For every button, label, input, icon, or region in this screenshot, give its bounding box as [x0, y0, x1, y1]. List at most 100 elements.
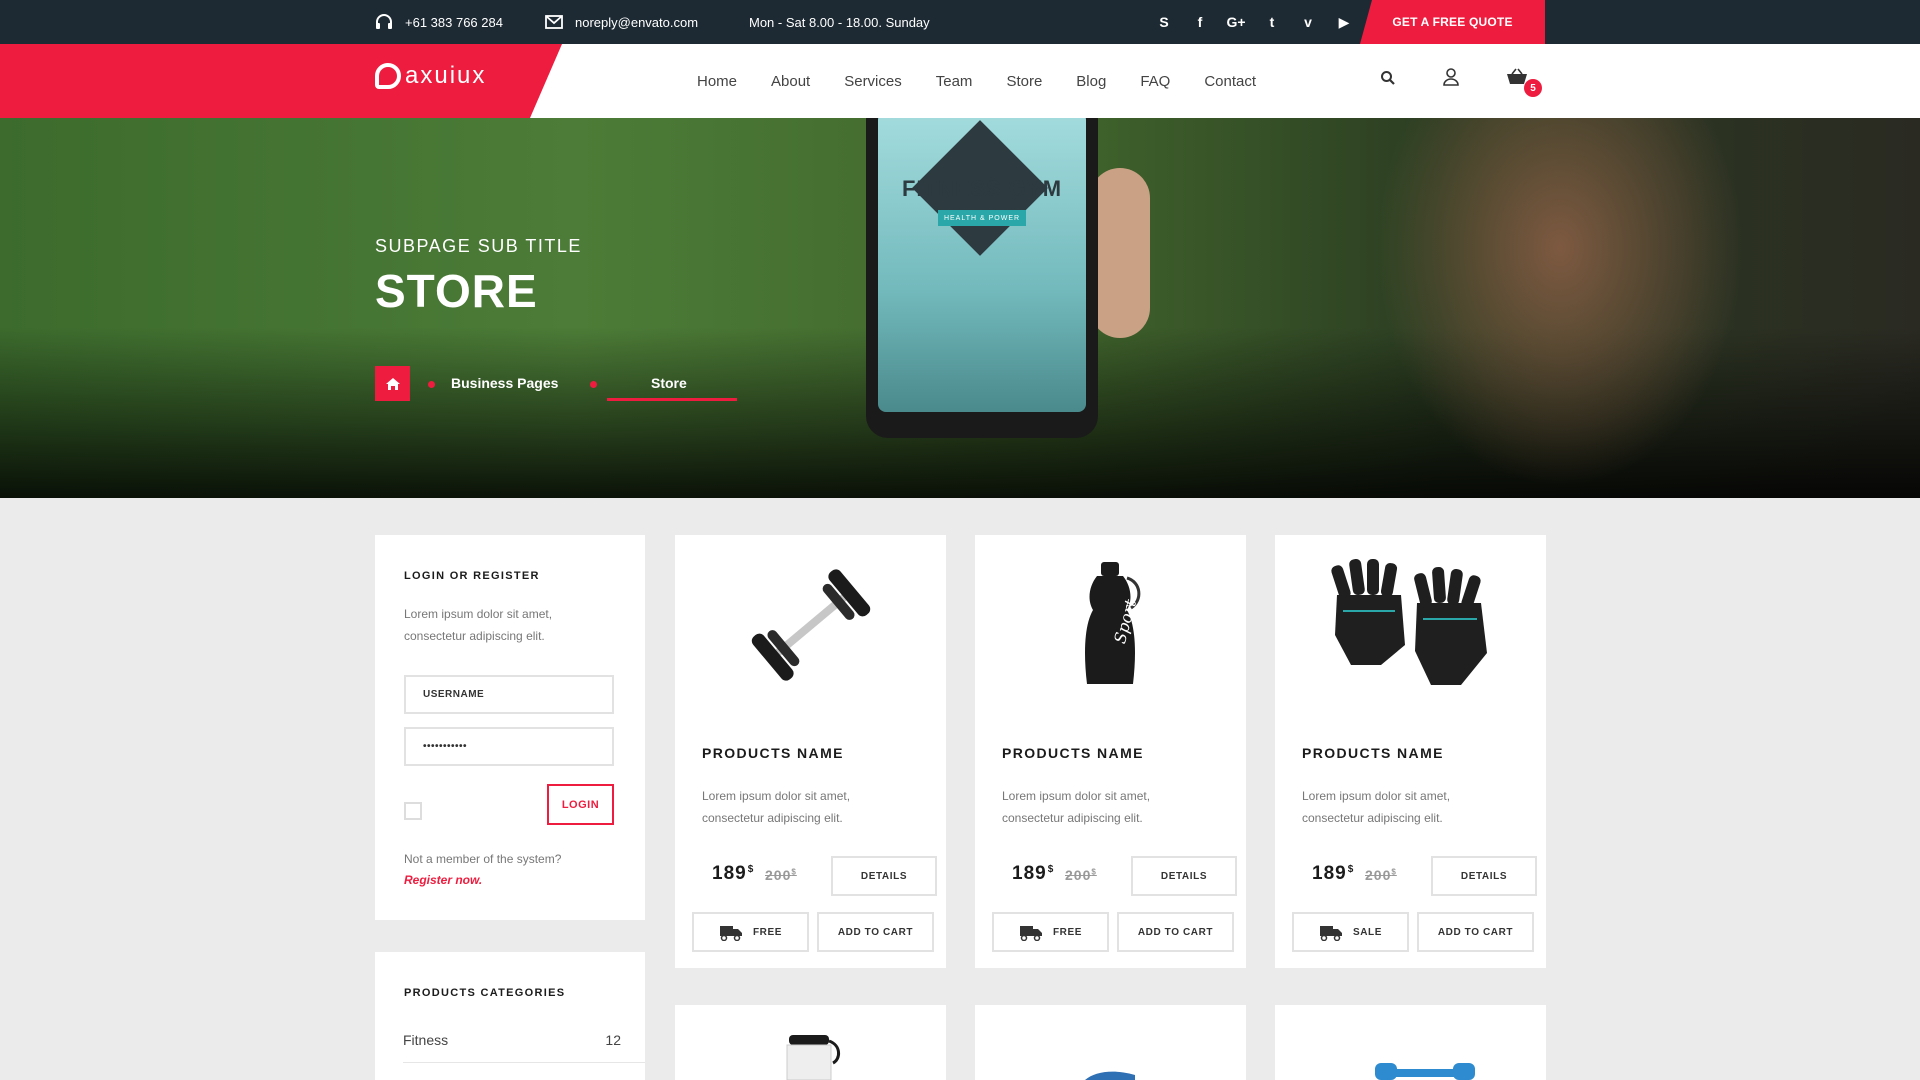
phone-contact[interactable]: +61 383 766 284 [375, 0, 503, 44]
old-price-value: 200 [1365, 867, 1392, 883]
hero-banner: FITNESS GYM HEALTH & POWER SUBPAGE SUB T… [0, 118, 1920, 498]
login-card: LOGIN OR REGISTER Lorem ipsum dolor sit … [375, 535, 645, 920]
nav-faq[interactable]: FAQ [1140, 73, 1170, 90]
logo-text: axuiux [405, 62, 487, 89]
product-card [1275, 1005, 1546, 1080]
truck-icon [1019, 926, 1042, 941]
nav-contact[interactable]: Contact [1204, 73, 1256, 90]
product-card: Sport PRODUCTS NAME Lorem ipsum dolor si… [975, 535, 1246, 968]
gym-logo-text: FITNESS GYM [901, 176, 1063, 201]
login-heading: LOGIN OR REGISTER [404, 570, 540, 582]
categories-card: PRODUCTS CATEGORIES Fitness 12 [375, 952, 645, 1080]
remember-checkbox[interactable] [404, 802, 422, 820]
nav-store[interactable]: Store [1006, 73, 1042, 90]
product-old-price: 200$ [765, 867, 797, 883]
product-image[interactable]: Sport [975, 555, 1246, 695]
gym-logo-sub: HEALTH & POWER [938, 210, 1026, 226]
google-plus-icon[interactable]: G+ [1218, 14, 1254, 30]
headset-icon [376, 14, 392, 29]
login-button[interactable]: LOGIN [547, 784, 614, 825]
hero-subtitle: SUBPAGE SUB TITLE [375, 236, 582, 256]
product-card [975, 1005, 1246, 1080]
register-link[interactable]: Register now. [404, 873, 482, 887]
dumbbell-icon [751, 569, 870, 681]
shipping-label: SALE [1352, 926, 1383, 938]
cart-count-badge: 5 [1524, 79, 1542, 97]
product-card: PRODUCTS NAME Lorem ipsum dolor sit amet… [675, 535, 946, 968]
product-price: 189$ [1012, 863, 1054, 885]
nav-services[interactable]: Services [844, 73, 902, 90]
price-value: 189 [1312, 863, 1347, 884]
breadcrumb-store: Store [651, 375, 687, 391]
site-logo[interactable]: axuiux [375, 62, 486, 90]
add-to-cart-button[interactable]: ADD TO CART [817, 912, 934, 952]
category-item[interactable]: Fitness 12 [403, 1032, 621, 1048]
price-value: 189 [1012, 863, 1047, 884]
category-count: 12 [605, 1032, 621, 1048]
facebook-icon[interactable]: f [1182, 14, 1218, 30]
nav-team[interactable]: Team [936, 73, 973, 90]
breadcrumb-business-pages[interactable]: Business Pages [451, 375, 558, 391]
nav-about[interactable]: About [771, 73, 810, 90]
shoe-icon [1085, 1071, 1135, 1080]
page-title: STORE [375, 265, 538, 317]
twitter-icon[interactable]: t [1254, 14, 1290, 30]
skype-icon[interactable]: S [1146, 14, 1182, 30]
shipping-button[interactable]: FREE [992, 912, 1109, 952]
gloves-icon [1330, 558, 1487, 685]
envelope-icon [545, 15, 563, 29]
product-name[interactable]: PRODUCTS NAME [1002, 745, 1144, 761]
phone-screen: FITNESS GYM HEALTH & POWER [878, 118, 1086, 412]
add-to-cart-button[interactable]: ADD TO CART [1117, 912, 1234, 952]
product-old-price: 200$ [1065, 867, 1097, 883]
details-button[interactable]: DETAILS [831, 856, 937, 896]
kettlebell-icon [1375, 1063, 1475, 1080]
breadcrumb-active-underline [607, 398, 737, 401]
product-image[interactable] [1275, 555, 1546, 695]
product-image[interactable] [675, 555, 946, 695]
opening-hours: Mon - Sat 8.00 - 18.00. Sunday [749, 0, 930, 44]
phone-image: FITNESS GYM HEALTH & POWER [866, 118, 1098, 438]
email-contact[interactable]: noreply@envato.com [545, 0, 698, 44]
shipping-button[interactable]: SALE [1292, 912, 1409, 952]
price-value: 189 [712, 863, 747, 884]
water-bottle-icon: Sport [1084, 562, 1140, 684]
product-name[interactable]: PRODUCTS NAME [1302, 745, 1444, 761]
product-price: 189$ [1312, 863, 1354, 885]
password-field[interactable]: ••••••••••• [404, 727, 614, 766]
main-nav: Home About Services Team Store Blog FAQ … [680, 44, 1273, 118]
category-divider [403, 1062, 645, 1063]
user-icon[interactable] [1443, 68, 1459, 86]
nav-home[interactable]: Home [697, 73, 737, 90]
shipping-button[interactable]: FREE [692, 912, 809, 952]
details-button[interactable]: DETAILS [1431, 856, 1537, 896]
username-field[interactable]: USERNAME [404, 675, 614, 714]
add-to-cart-button[interactable]: ADD TO CART [1417, 912, 1534, 952]
old-price-value: 200 [1065, 867, 1092, 883]
product-old-price: 200$ [1365, 867, 1397, 883]
price-currency: $ [747, 863, 755, 875]
free-quote-button[interactable]: GET A FREE QUOTE [1360, 0, 1545, 44]
breadcrumb-separator [428, 381, 435, 388]
shipping-label: FREE [1052, 926, 1083, 938]
logo-mark-icon [375, 63, 401, 89]
product-name[interactable]: PRODUCTS NAME [702, 745, 844, 761]
vimeo-icon[interactable]: v [1290, 14, 1326, 30]
old-price-currency: $ [791, 867, 797, 877]
youtube-icon[interactable]: ▶ [1326, 14, 1362, 31]
shipping-label: FREE [752, 926, 783, 938]
shaker-bottle-icon [786, 1035, 840, 1080]
price-currency: $ [1347, 863, 1355, 875]
old-price-currency: $ [1391, 867, 1397, 877]
top-bar: +61 383 766 284 noreply@envato.com Mon -… [0, 0, 1920, 44]
product-description: Lorem ipsum dolor sit amet, consectetur … [1302, 789, 1451, 825]
nav-blog[interactable]: Blog [1076, 73, 1106, 90]
member-text: Not a member of the system? [404, 852, 562, 866]
email-address: noreply@envato.com [575, 14, 699, 30]
phone-number: +61 383 766 284 [405, 14, 503, 30]
hand-image [1090, 168, 1150, 338]
details-button[interactable]: DETAILS [1131, 856, 1237, 896]
product-description: Lorem ipsum dolor sit amet, consectetur … [702, 789, 851, 825]
breadcrumb-home[interactable] [375, 366, 410, 401]
search-icon[interactable] [1380, 70, 1396, 86]
